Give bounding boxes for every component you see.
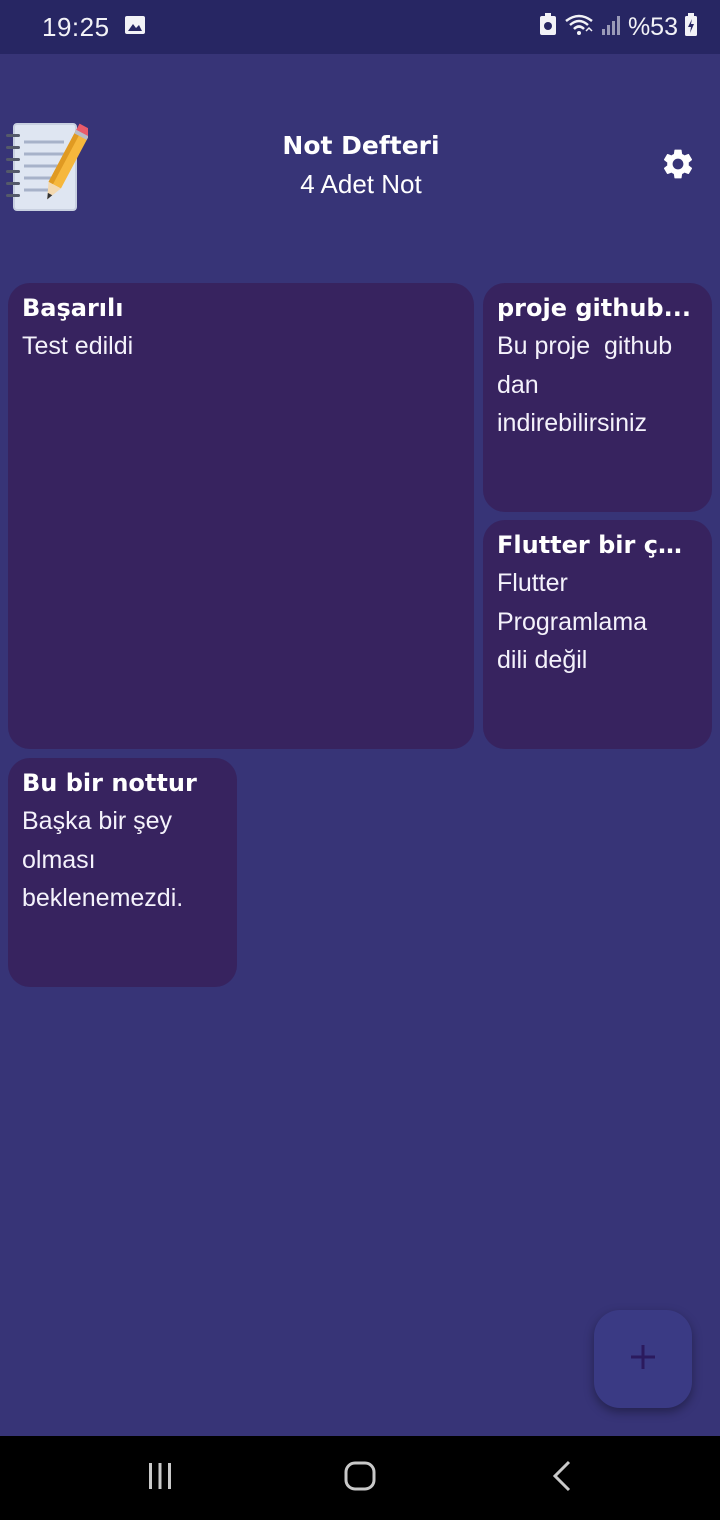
- note-body: Flutter Programlama dili değil: [497, 569, 648, 674]
- gear-icon: [660, 146, 696, 186]
- header: Not Defteri 4 Adet Not: [200, 128, 522, 204]
- note-card[interactable]: proje github... Bu proje github dan indi…: [483, 283, 712, 512]
- note-card[interactable]: Başarılı Test edildi: [8, 283, 474, 749]
- add-note-button[interactable]: [594, 1310, 692, 1408]
- image-icon: [124, 14, 146, 40]
- battery-icon: [684, 13, 698, 41]
- battery-level: %53: [627, 12, 678, 41]
- notepad-pencil-icon: [4, 120, 92, 212]
- home-icon: [343, 1460, 377, 1496]
- back-icon: [551, 1460, 573, 1496]
- signal-icon: [600, 13, 622, 41]
- status-bar: 19:25 %53: [0, 0, 720, 54]
- note-body: Başka bir şey olması beklenemezdi.: [22, 807, 184, 912]
- status-time: 19:25: [42, 11, 110, 42]
- settings-button[interactable]: [652, 140, 704, 192]
- note-title: Başarılı: [22, 294, 124, 322]
- note-card[interactable]: Bu bir nottur Başka bir şey olması bekle…: [8, 758, 237, 987]
- page-title: Not Defteri: [282, 131, 440, 160]
- note-card[interactable]: Flutter bir çe... Flutter Programlama di…: [483, 520, 712, 749]
- navigation-bar: [0, 1436, 720, 1520]
- note-count: 4 Adet Not: [300, 169, 422, 199]
- note-title: proje github...: [497, 294, 691, 322]
- note-title: Bu bir nottur: [22, 769, 197, 797]
- plus-icon: [628, 1342, 658, 1376]
- vpn-icon: [538, 13, 558, 41]
- home-button[interactable]: [330, 1454, 390, 1502]
- recent-apps-icon: [145, 1461, 175, 1495]
- recent-apps-button[interactable]: [130, 1454, 190, 1502]
- note-body: Test edildi: [22, 332, 134, 360]
- wifi-icon: [564, 13, 594, 41]
- note-body: Bu proje github dan indirebilirsiniz: [497, 332, 673, 437]
- note-title: Flutter bir çe...: [497, 531, 698, 559]
- back-button[interactable]: [532, 1454, 592, 1502]
